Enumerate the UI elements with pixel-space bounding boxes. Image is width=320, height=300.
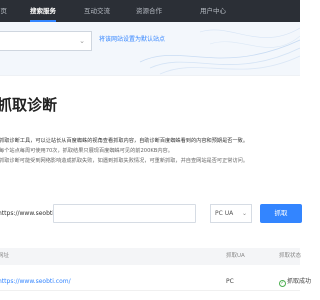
description-line-1: 抓取诊断工具，可以让站长从百度蜘蛛的视角查看抓取内容，自助诊断百度蜘蛛看到的内容… — [0, 138, 249, 144]
nav-item-search-service[interactable]: 搜索服务 — [30, 0, 56, 22]
top-navigation: 首页 搜索服务 互动交流 资源合作 用户中心 — [0, 0, 300, 22]
chevron-down-icon: ⌄ — [241, 210, 247, 217]
results-table-header: 网址 抓取UA 抓取状态 — [0, 248, 302, 265]
result-ua: PC — [226, 278, 234, 285]
column-header-status: 抓取状态 — [279, 253, 302, 259]
table-row: https://www.seobti.com/ PC ✓ 抓取成功 — [0, 273, 311, 291]
page-title: 抓取诊断 — [0, 96, 58, 114]
description-line-2: 每个站点每周可使用70次，抓取结果只展现百度蜘蛛可见的前200KB内容。 — [0, 148, 173, 154]
ua-select-value: PC UA — [215, 210, 234, 217]
nav-item-resources[interactable]: 资源合作 — [136, 0, 162, 22]
result-status-label: 抓取成功 — [287, 278, 312, 285]
result-status[interactable]: ✓ 抓取成功 — [279, 273, 311, 291]
site-banner: ⌄ 将该网站设置为默认站点 — [0, 22, 300, 76]
nav-item-user-center[interactable]: 用户中心 — [200, 0, 226, 22]
set-default-site-link[interactable]: 将该网站设置为默认站点 — [99, 33, 165, 47]
chevron-down-icon: ⌄ — [79, 37, 85, 45]
check-circle-icon: ✓ — [279, 280, 286, 287]
description-line-3: 抓取诊断可能受到网络影响造成抓取失败，如遇到抓取失败情况，可重新抓取，并自查网站… — [0, 158, 249, 164]
url-prefix: https://www.seobti.com/ — [0, 210, 53, 217]
url-path-input[interactable] — [53, 204, 196, 223]
nav-item-home[interactable]: 首页 — [0, 0, 7, 22]
ua-select[interactable]: PC UA ⌄ — [210, 204, 252, 223]
column-header-ua: 抓取UA — [226, 253, 245, 259]
result-url-link[interactable]: https://www.seobti.com/ — [0, 273, 71, 291]
nav-item-interaction[interactable]: 互动交流 — [84, 0, 110, 22]
fetch-button[interactable]: 抓取 — [260, 204, 302, 223]
column-header-url: 网址 — [0, 253, 10, 259]
site-selector[interactable]: ⌄ — [0, 31, 92, 51]
